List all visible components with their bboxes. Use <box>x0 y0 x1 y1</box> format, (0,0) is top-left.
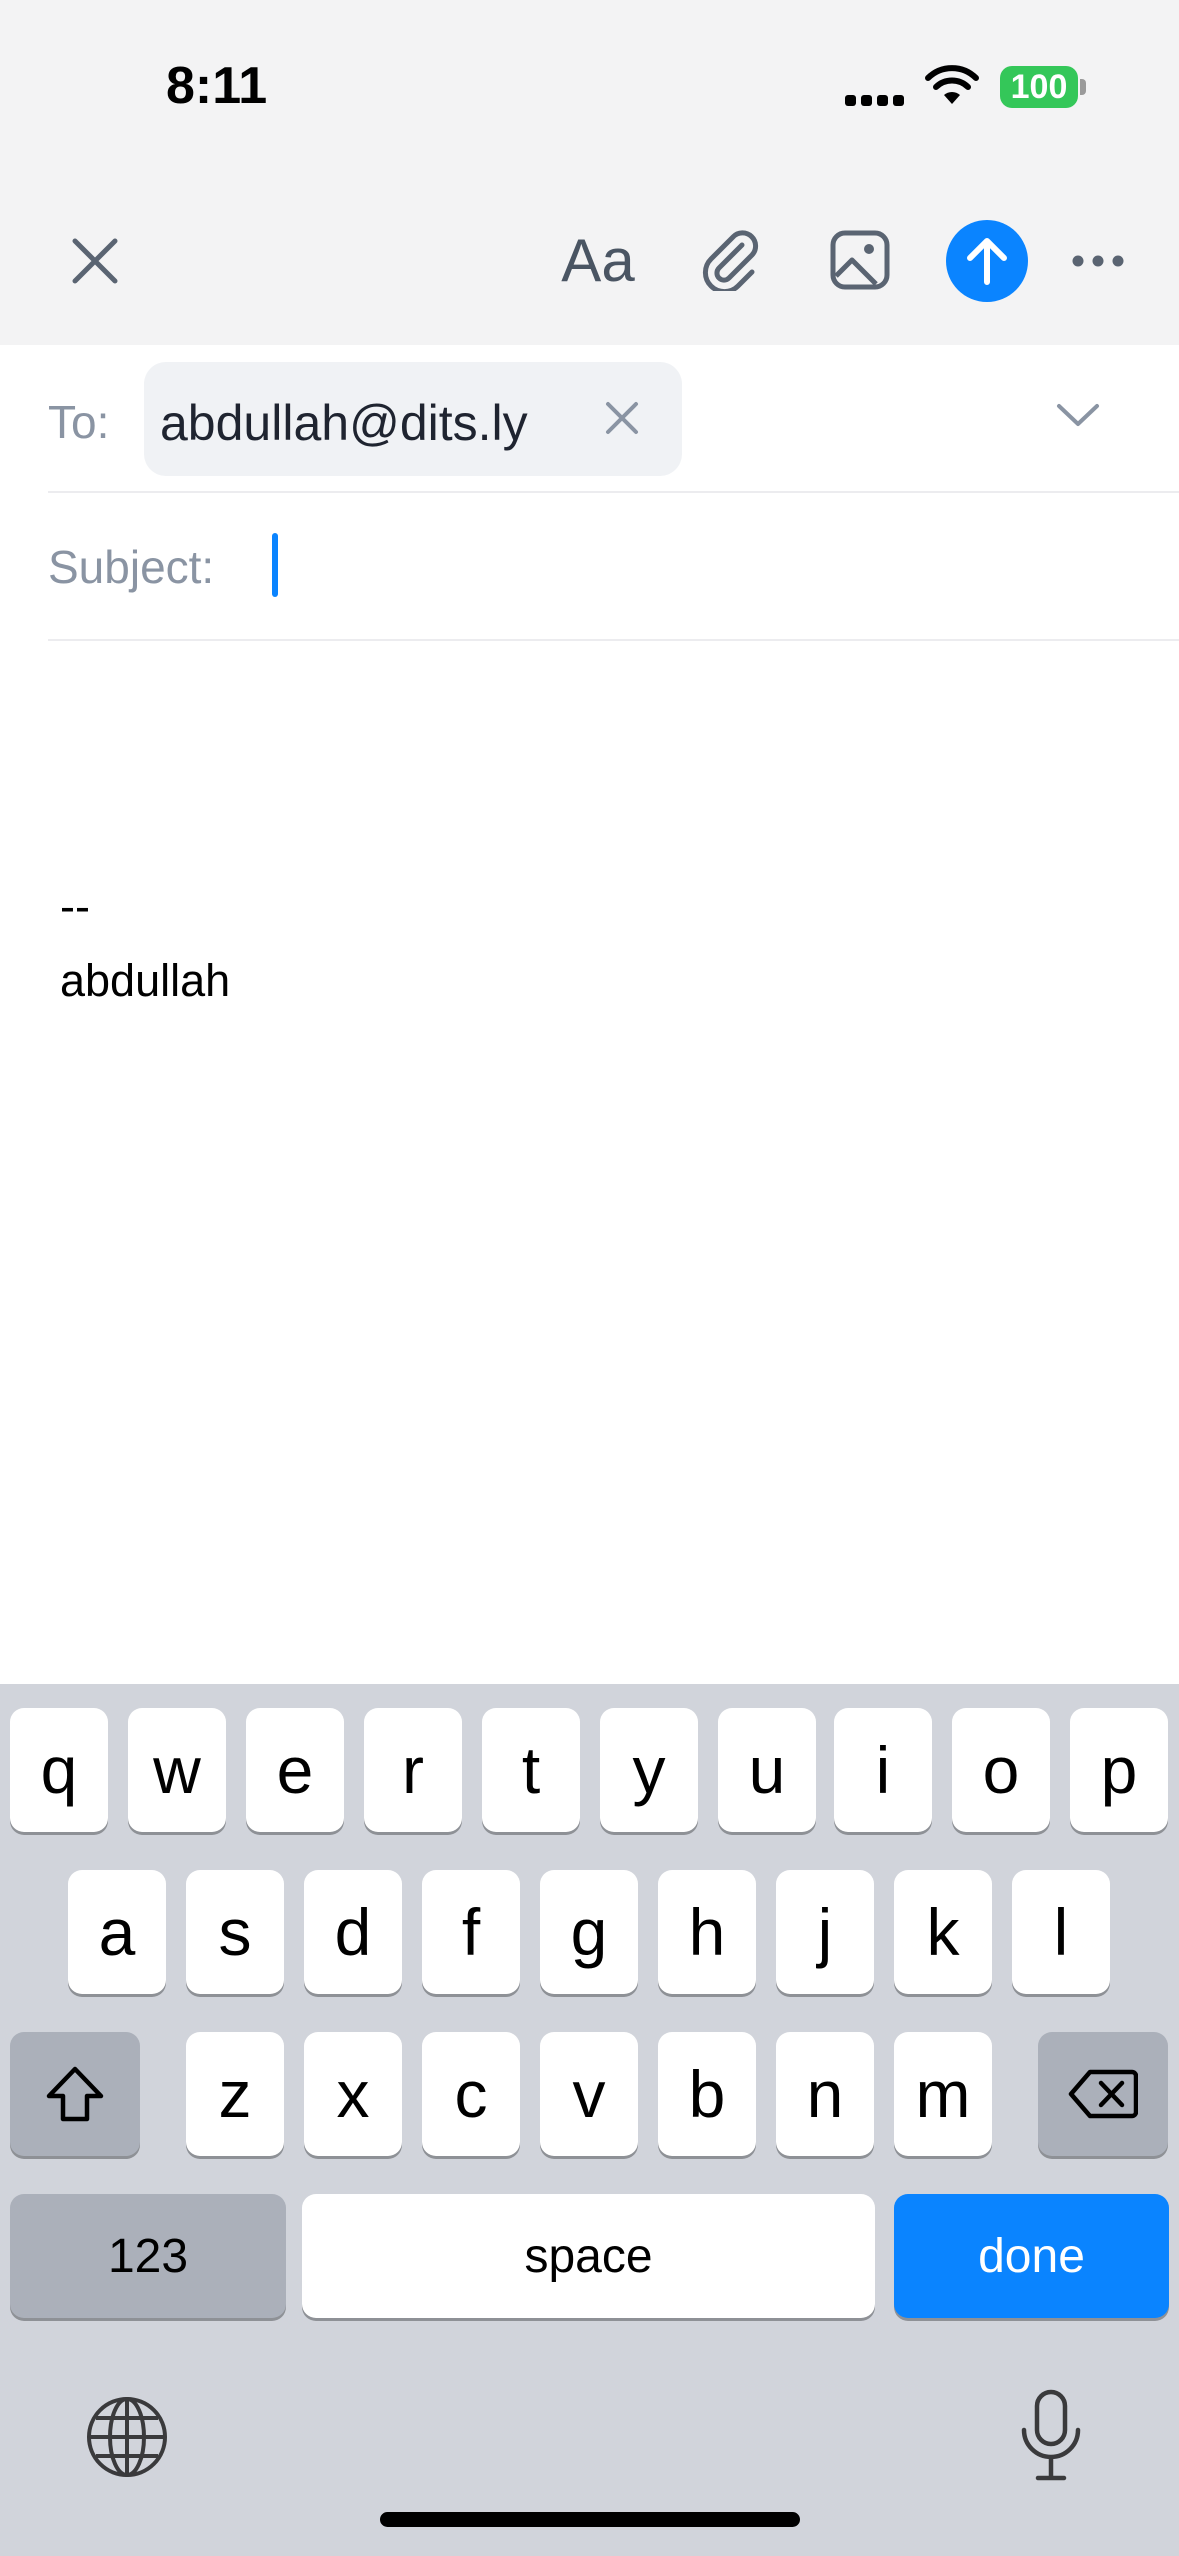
key-g[interactable]: g <box>540 1870 638 1994</box>
key-b[interactable]: b <box>658 2032 756 2156</box>
close-icon <box>72 238 118 284</box>
key-y[interactable]: y <box>600 1708 698 1832</box>
shift-icon <box>46 2066 104 2122</box>
key-n[interactable]: n <box>776 2032 874 2156</box>
expand-recipients-button[interactable] <box>1048 385 1108 445</box>
key-a[interactable]: a <box>68 1870 166 1994</box>
message-body[interactable]: -- abdullah <box>60 870 1120 1018</box>
key-d[interactable]: d <box>304 1870 402 1994</box>
to-field[interactable]: To: abdullah@dits.ly <box>48 345 1179 493</box>
header: 8:11 100 Aa <box>0 0 1179 345</box>
key-f[interactable]: f <box>422 1870 520 1994</box>
shift-key[interactable] <box>10 2032 140 2156</box>
signature-name: abdullah <box>60 955 231 1006</box>
battery-nub <box>1080 79 1086 95</box>
space-key[interactable]: space <box>302 2194 875 2318</box>
numbers-key[interactable]: 123 <box>10 2194 286 2318</box>
format-button[interactable]: Aa <box>553 222 643 298</box>
home-indicator <box>380 2512 800 2527</box>
cellular-signal-icon <box>845 90 905 106</box>
keyboard: q w e r t y u i o p a s d f g h j k l z … <box>0 1684 1179 2556</box>
key-r[interactable]: r <box>364 1708 462 1832</box>
key-p[interactable]: p <box>1070 1708 1168 1832</box>
subject-label: Subject: <box>48 541 215 593</box>
key-h[interactable]: h <box>658 1870 756 1994</box>
key-j[interactable]: j <box>776 1870 874 1994</box>
key-t[interactable]: t <box>482 1708 580 1832</box>
image-icon <box>830 230 890 290</box>
key-l[interactable]: l <box>1012 1870 1110 1994</box>
chevron-down-icon <box>1057 404 1099 426</box>
battery-indicator: 100 <box>1000 66 1078 108</box>
key-k[interactable]: k <box>894 1870 992 1994</box>
signature-separator: -- <box>60 881 90 932</box>
key-v[interactable]: v <box>540 2032 638 2156</box>
arrow-up-icon <box>967 238 1007 285</box>
paperclip-icon <box>702 230 759 291</box>
key-z[interactable]: z <box>186 2032 284 2156</box>
microphone-icon[interactable] <box>1016 2388 1086 2484</box>
key-e[interactable]: e <box>246 1708 344 1832</box>
key-c[interactable]: c <box>422 2032 520 2156</box>
key-w[interactable]: w <box>128 1708 226 1832</box>
recipient-email: abdullah@dits.ly <box>160 395 528 451</box>
recipient-chip[interactable]: abdullah@dits.ly <box>144 362 682 476</box>
text-cursor <box>272 533 278 597</box>
key-s[interactable]: s <box>186 1870 284 1994</box>
backspace-icon <box>1068 2069 1138 2119</box>
wifi-icon <box>925 65 979 104</box>
insert-image-button[interactable] <box>824 222 896 298</box>
send-button[interactable] <box>946 220 1028 302</box>
close-icon <box>606 402 638 434</box>
key-i[interactable]: i <box>834 1708 932 1832</box>
to-label: To: <box>48 396 110 448</box>
key-o[interactable]: o <box>952 1708 1050 1832</box>
key-x[interactable]: x <box>304 2032 402 2156</box>
more-options-button[interactable] <box>1068 236 1128 286</box>
attach-button[interactable] <box>695 222 767 298</box>
subject-field[interactable]: Subject: <box>48 493 1179 641</box>
close-button[interactable] <box>60 226 130 296</box>
key-q[interactable]: q <box>10 1708 108 1832</box>
done-key[interactable]: done <box>894 2194 1169 2318</box>
remove-recipient-button[interactable] <box>596 392 648 444</box>
key-m[interactable]: m <box>894 2032 992 2156</box>
globe-icon[interactable] <box>84 2394 170 2480</box>
delete-key[interactable] <box>1038 2032 1168 2156</box>
key-u[interactable]: u <box>718 1708 816 1832</box>
subject-input[interactable] <box>268 529 1148 605</box>
status-time: 8:11 <box>166 57 268 115</box>
ellipsis-icon <box>1072 255 1124 267</box>
